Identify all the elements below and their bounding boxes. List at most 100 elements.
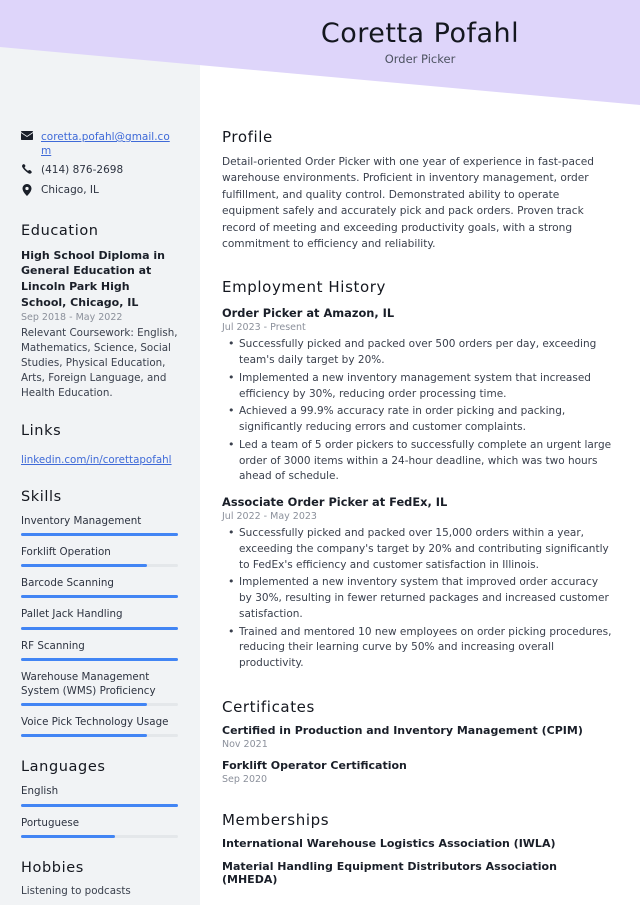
skill-item: Inventory Management [21, 514, 178, 536]
links-section: Links linkedin.com/in/corettapofahl [21, 423, 178, 467]
job-date: Jul 2022 - May 2023 [222, 511, 317, 523]
location-pin-icon [21, 183, 33, 196]
skill-level-fill [21, 657, 178, 661]
skill-item: Barcode Scanning [21, 576, 178, 599]
skill-label: Voice Pick Technology Usage [21, 716, 169, 729]
skill-label: English [21, 785, 59, 798]
contact-text[interactable]: coretta.pofahl@gmail.com [41, 130, 178, 158]
skill-level-bar [21, 626, 178, 630]
hobbies-heading: Hobbies [21, 859, 84, 876]
skill-level-fill [21, 595, 178, 599]
languages-heading: Languages [21, 759, 106, 776]
skill-label: RF Scanning [21, 639, 85, 652]
skill-label: Barcode Scanning [21, 577, 114, 590]
job-bullet: Led a team of 5 order pickers to success… [222, 437, 614, 485]
skill-level-fill [21, 626, 178, 630]
skill-item: English [21, 784, 178, 807]
job-title: Order Picker at Amazon, IL [222, 306, 395, 321]
job-bullet: Trained and mentored 10 new employees on… [222, 624, 614, 672]
skill-level-bar [21, 703, 178, 707]
education-title: High School Diploma in General Education… [21, 248, 165, 309]
skill-label: Pallet Jack Handling [21, 608, 123, 621]
hobby-item: Listening to podcasts [21, 884, 131, 897]
job-entry: Associate Order Picker at FedEx, IL Jul 2… [222, 495, 614, 672]
job-bullet: Successfully picked and packed over 500 … [222, 336, 614, 369]
skill-level-fill [21, 564, 147, 568]
education-section: Education High School Diploma in General… [21, 223, 178, 401]
hobbies-section: Hobbies Listening to podcasts [21, 860, 178, 897]
skill-item: RF Scanning [21, 639, 178, 661]
skills-heading: Skills [21, 488, 62, 505]
skills-section: Skills Inventory Management Forklift Oper… [21, 489, 178, 738]
skill-label: Warehouse Management System (WMS) Profic… [21, 670, 156, 697]
profile-heading: Profile [222, 128, 273, 146]
skills-list: Inventory Management Forklift Operation Ba… [21, 514, 178, 738]
certificate-date: Nov 2021 [222, 738, 268, 750]
job-date: Jul 2023 - Present [222, 322, 306, 334]
contact-list: coretta.pofahl@gmail.com (414) 876-2698 Ch… [21, 130, 178, 197]
membership-item: International Warehouse Logistics Associ… [222, 836, 556, 850]
links-heading: Links [21, 422, 62, 439]
skill-level-fill [21, 803, 178, 807]
contact-text: Chicago, IL [41, 183, 99, 196]
skill-level-bar [21, 734, 178, 738]
certificate-entry: Forklift Operator Certification Sep 2020 [222, 759, 614, 785]
membership-item: Material Handling Equipment Distributors… [222, 859, 557, 886]
job-title: Associate Order Picker at FedEx, IL [222, 495, 448, 510]
page-title: Coretta Pofahl [320, 18, 520, 49]
job-bullet: Implemented a new inventory management s… [222, 370, 614, 403]
education-heading: Education [21, 222, 99, 239]
job-role-subtitle: Order Picker [384, 52, 456, 67]
skill-item: Portuguese [21, 816, 178, 838]
skill-level-fill [21, 532, 178, 536]
skill-label: Portuguese [21, 816, 80, 829]
languages-section: Languages English Portuguese [21, 759, 178, 838]
contact-row[interactable]: coretta.pofahl@gmail.com [21, 130, 178, 158]
envelope-icon [21, 130, 33, 140]
skill-label: Inventory Management [21, 514, 142, 527]
header-text: Coretta Pofahl Order Picker [200, 18, 640, 66]
skill-label: Forklift Operation [21, 545, 111, 558]
skill-level-bar [21, 803, 178, 807]
education-description: Relevant Coursework: English, Mathematic… [21, 327, 178, 399]
job-bullet: Implemented a new inventory system that … [222, 574, 614, 622]
skill-item: Voice Pick Technology Usage [21, 715, 178, 738]
memberships-list: International Warehouse Logistics Associ… [222, 837, 614, 886]
skill-level-bar [21, 657, 178, 661]
contact-row: Chicago, IL [21, 183, 178, 197]
skill-level-fill [21, 734, 147, 738]
main-column: Profile Detail-oriented Order Picker wit… [200, 0, 640, 905]
employment-section: Employment History Order Picker at Amazo… [222, 278, 614, 672]
skill-level-bar [21, 564, 178, 568]
skill-item: Forklift Operation [21, 545, 178, 568]
certificates-heading: Certificates [222, 697, 315, 716]
job-bullet-list: Successfully picked and packed over 15,0… [222, 525, 614, 672]
contact-row: (414) 876-2698 [21, 163, 178, 177]
skill-level-fill [21, 834, 116, 838]
profile-text: Detail-oriented Order Picker with one ye… [222, 156, 595, 251]
certificates-section: Certificates Certified in Production and… [222, 698, 614, 785]
certificate-title: Certified in Production and Inventory Ma… [222, 723, 583, 737]
jobs-list: Order Picker at Amazon, IL Jul 2023 - Pre… [222, 306, 614, 672]
certificate-entry: Certified in Production and Inventory Ma… [222, 724, 614, 750]
memberships-heading: Memberships [222, 810, 330, 829]
employment-heading: Employment History [222, 278, 386, 297]
contact-text: (414) 876-2698 [41, 164, 124, 177]
skill-item: Warehouse Management System (WMS) Profic… [21, 670, 178, 707]
skill-item: Pallet Jack Handling [21, 607, 178, 630]
education-date: Sep 2018 - May 2022 [21, 312, 123, 324]
job-bullet-list: Successfully picked and packed over 500 … [222, 336, 614, 485]
job-bullet: Successfully picked and packed over 15,0… [222, 525, 614, 573]
skill-level-bar [21, 532, 178, 536]
certificate-title: Forklift Operator Certification [222, 758, 407, 772]
certificate-date: Sep 2020 [222, 773, 268, 785]
sidebar: coretta.pofahl@gmail.com (414) 876-2698 Ch… [0, 0, 200, 905]
skill-level-bar [21, 595, 178, 599]
link-linkedin[interactable]: linkedin.com/in/corettapofahl [21, 454, 172, 466]
certificates-list: Certified in Production and Inventory Ma… [222, 724, 614, 785]
skill-level-fill [21, 703, 147, 707]
languages-list: English Portuguese [21, 784, 178, 838]
phone-icon [21, 163, 33, 175]
profile-section: Profile Detail-oriented Order Picker wit… [222, 128, 614, 252]
job-entry: Order Picker at Amazon, IL Jul 2023 - Pre… [222, 306, 614, 485]
